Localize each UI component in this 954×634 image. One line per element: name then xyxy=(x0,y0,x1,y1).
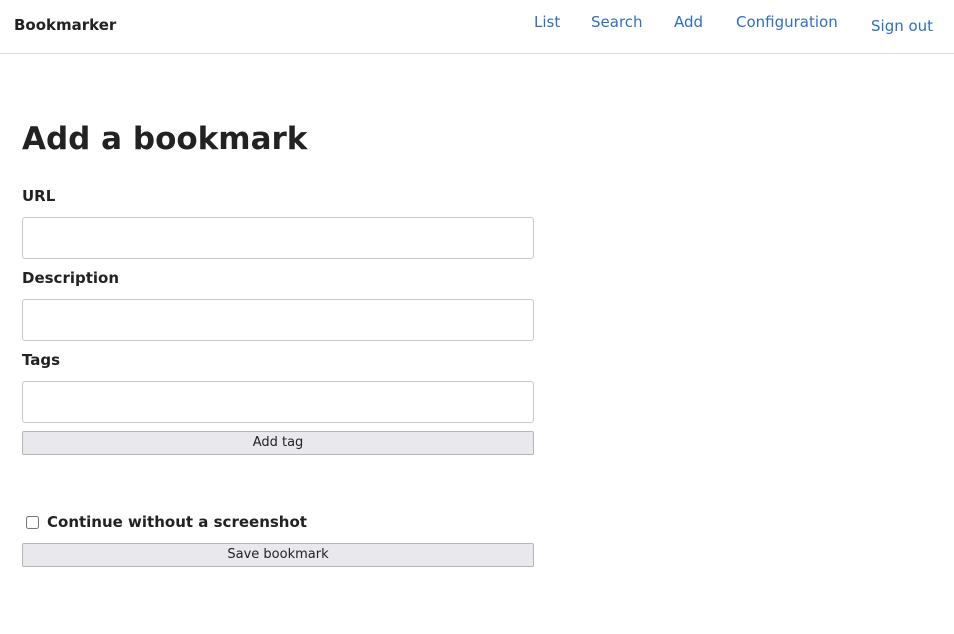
nav-link-add[interactable]: Add xyxy=(674,13,703,31)
url-label: URL xyxy=(22,187,56,205)
description-input[interactable] xyxy=(22,299,534,341)
nav-link-configuration[interactable]: Configuration xyxy=(736,13,838,31)
save-bookmark-button[interactable]: Save bookmark xyxy=(22,543,534,567)
brand-title[interactable]: Bookmarker xyxy=(14,16,116,34)
continue-without-screenshot-label[interactable]: Continue without a screenshot xyxy=(47,513,307,531)
continue-without-screenshot-checkbox[interactable] xyxy=(26,516,39,529)
top-nav-bar: Bookmarker List Search Add Configuration… xyxy=(0,0,954,54)
tags-label: Tags xyxy=(22,351,61,369)
nav-link-search[interactable]: Search xyxy=(591,13,643,31)
nav-link-sign-out[interactable]: Sign out xyxy=(871,17,933,35)
add-tag-button[interactable]: Add tag xyxy=(22,431,534,455)
page-title: Add a bookmark xyxy=(22,121,308,157)
description-label: Description xyxy=(22,269,120,287)
url-input[interactable] xyxy=(22,217,534,259)
nav-link-list[interactable]: List xyxy=(534,13,560,31)
tags-input[interactable] xyxy=(22,381,534,423)
